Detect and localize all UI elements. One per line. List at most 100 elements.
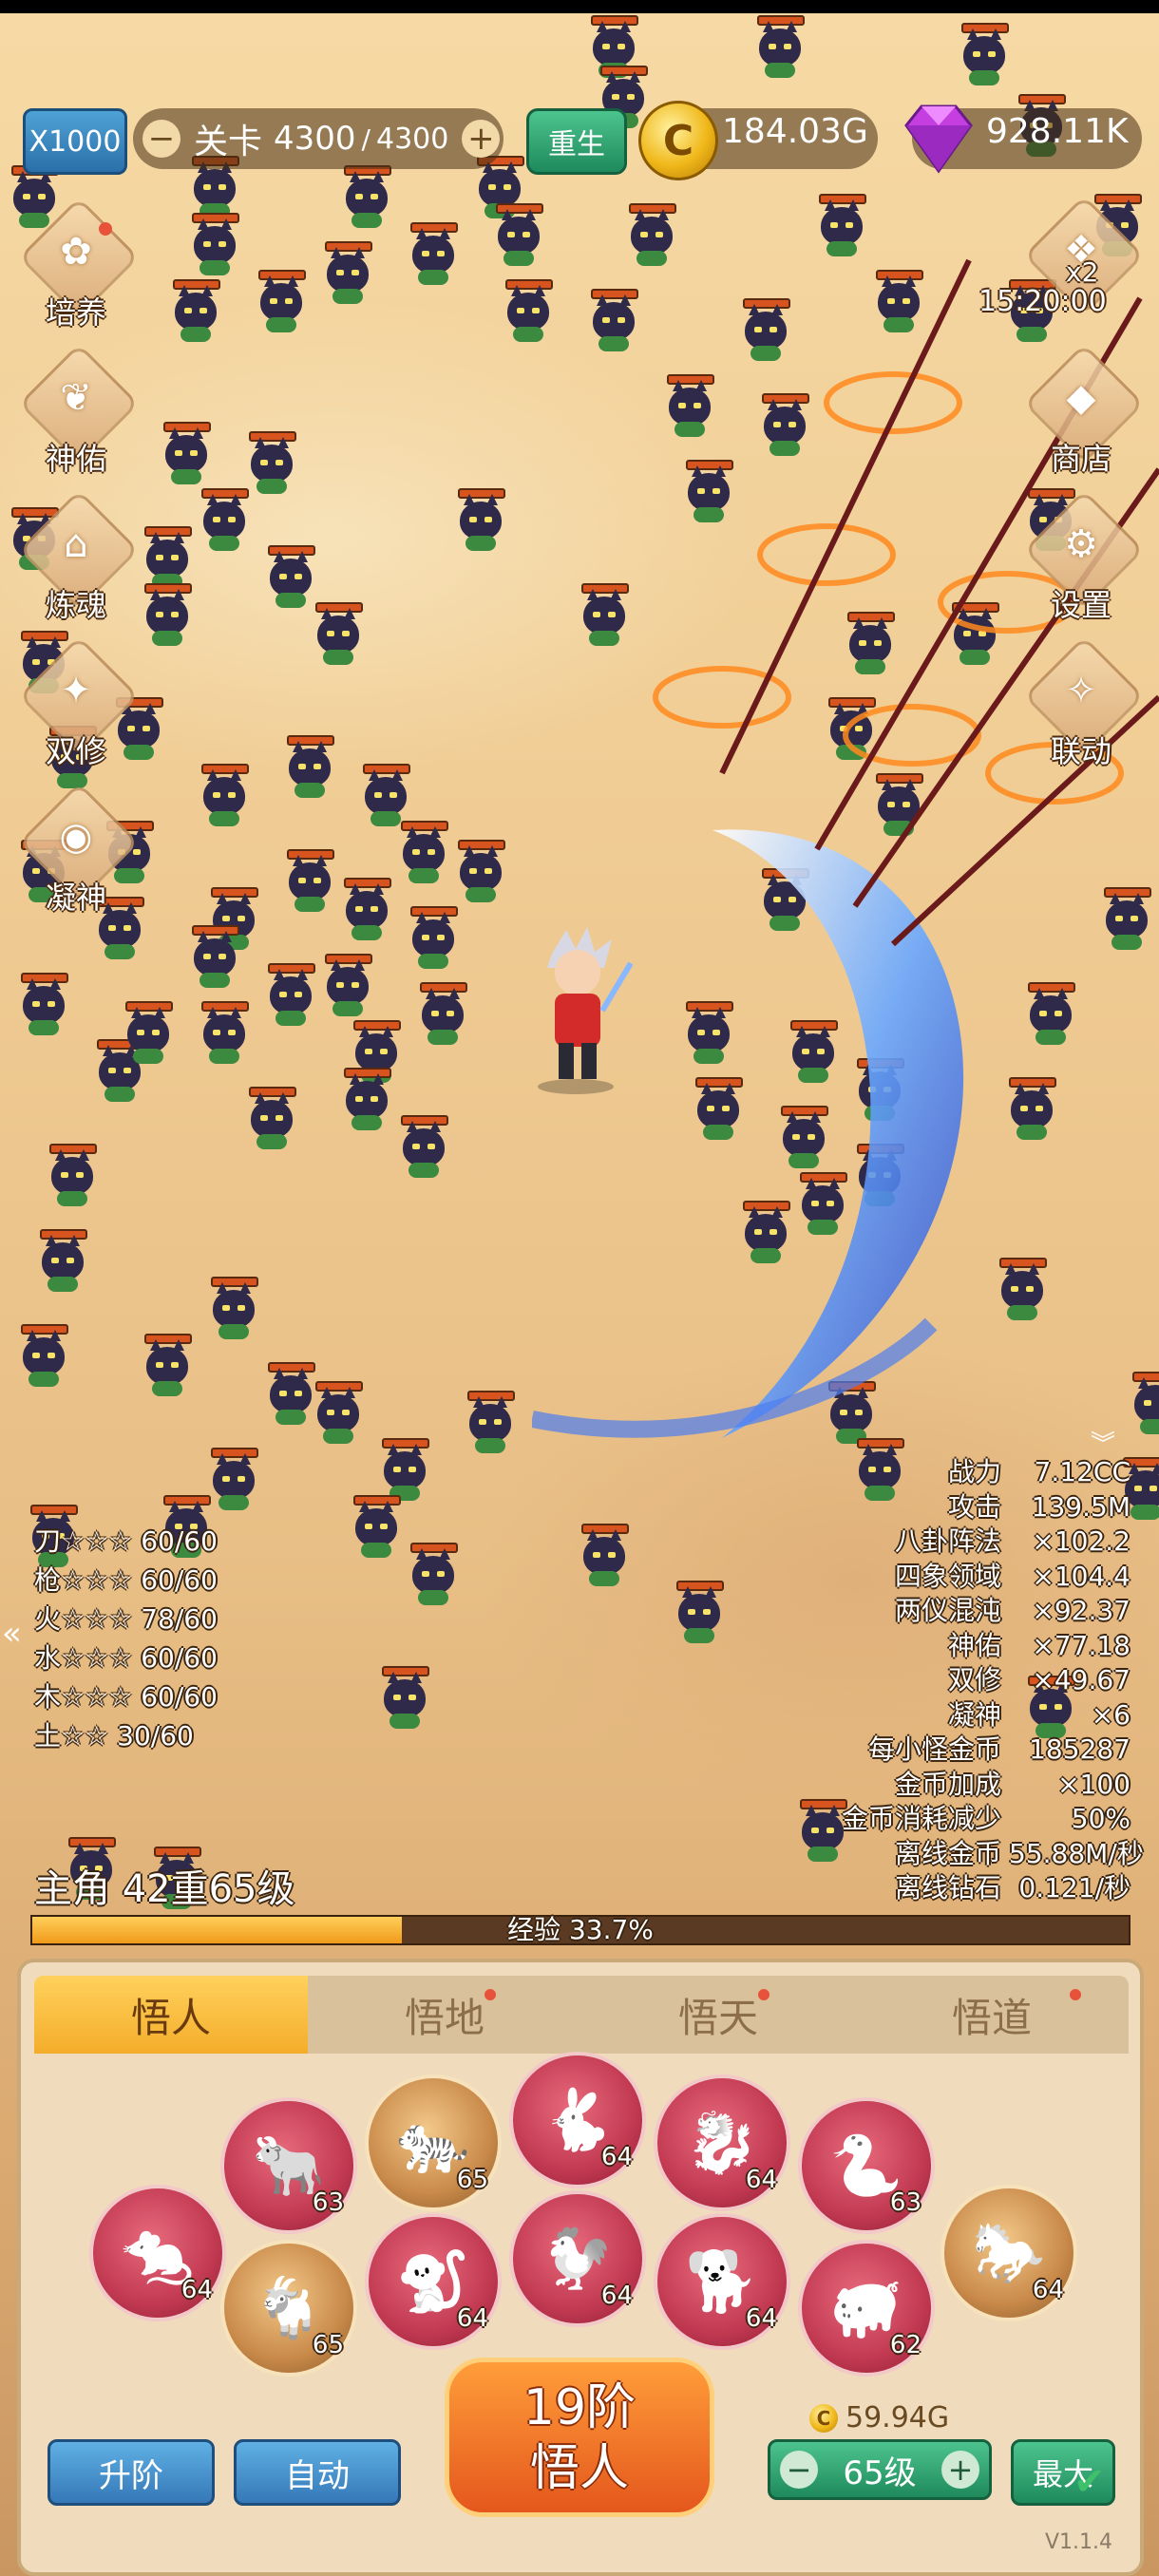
monster	[1026, 982, 1075, 1049]
monster	[266, 545, 315, 612]
monster	[399, 821, 448, 887]
stat-row: 离线钻石 0.121/秒	[894, 1872, 1130, 1904]
monster	[408, 906, 458, 973]
stat-row: 战力 7.12CC	[947, 1456, 1130, 1487]
monster	[494, 203, 543, 270]
tab-wuren[interactable]: 悟人	[34, 1976, 308, 2054]
monster	[247, 1087, 296, 1153]
monster	[209, 1277, 258, 1343]
element-row: 土☆☆ 30/60	[34, 1720, 194, 1752]
tab-wudi[interactable]: 悟地	[308, 1976, 581, 2054]
monster	[200, 488, 249, 555]
side-button-focus[interactable]: ◉ 凝神	[18, 782, 140, 923]
zodiac-level: 62	[889, 2331, 922, 2359]
side-button-blessing[interactable]: ❦ 神佑	[18, 343, 140, 484]
level-value: 65级	[843, 2453, 917, 2492]
zodiac-level: 63	[312, 2188, 344, 2217]
side-label-blessing: 神佑	[45, 441, 106, 477]
zodiac-tiger-icon[interactable]: 🐅 65	[365, 2074, 502, 2211]
monster	[466, 1391, 515, 1457]
zodiac-rabbit-icon[interactable]: 🐇 64	[509, 2052, 646, 2188]
zodiac-ox-icon[interactable]: 🐂 63	[220, 2097, 357, 2234]
monster	[580, 1524, 629, 1590]
side-button-settings[interactable]: ⚙ 设置	[1023, 489, 1145, 631]
side-button-cultivate[interactable]: ✿ 培养	[18, 197, 140, 338]
side-label-shop: 商店	[1050, 441, 1112, 477]
zodiac-snake-icon[interactable]: 🐍 63	[798, 2097, 935, 2234]
zodiac-pig-icon[interactable]: 🐖 62	[798, 2240, 935, 2377]
monster	[200, 1001, 249, 1068]
zodiac-dog-icon[interactable]: 🐕 64	[654, 2213, 790, 2350]
tab-wutian[interactable]: 悟天	[581, 1976, 855, 2054]
side-label-dual: 双修	[45, 733, 106, 769]
monster	[408, 1543, 458, 1609]
tab-wudao[interactable]: 悟道	[855, 1976, 1129, 2054]
side-button-soul[interactable]: ⌂ 炼魂	[18, 489, 140, 631]
zodiac-dragon-icon[interactable]: 🐉 64	[654, 2074, 790, 2211]
monster	[142, 1334, 192, 1400]
monster	[755, 15, 805, 82]
stage-next-button[interactable]: +	[462, 120, 501, 158]
stage-prev-button[interactable]: −	[142, 120, 180, 158]
stat-row: 金币加成 ×100	[894, 1768, 1130, 1800]
wing-icon: ❦	[60, 376, 92, 420]
monster	[674, 1581, 724, 1647]
expand-left-icon[interactable]: «	[2, 1615, 22, 1653]
stat-row: 八卦阵法 ×102.2	[894, 1525, 1130, 1557]
monster	[960, 23, 1009, 89]
monster	[285, 849, 334, 916]
rebirth-button[interactable]: 重生	[526, 108, 627, 175]
stats-panel: 战力 7.12CC 攻击 139.5M 八卦阵法 ×102.2 四象领域 ×104.4 …	[817, 1455, 1144, 1906]
double-label: x2	[1066, 256, 1099, 288]
stage-max: 4300	[375, 122, 449, 156]
monster	[314, 602, 363, 669]
monster	[266, 1362, 315, 1429]
monster	[342, 165, 391, 232]
zodiac-level: 64	[745, 2304, 777, 2333]
monster	[1130, 1372, 1159, 1438]
level-plus-button[interactable]: +	[940, 2451, 979, 2489]
zodiac-rooster-icon[interactable]: 🐓 64	[509, 2190, 646, 2327]
gear-icon: ⚙	[1064, 522, 1098, 566]
side-button-link[interactable]: ✧ 联动	[1023, 635, 1145, 777]
monster	[323, 241, 372, 308]
element-list: 刀☆☆☆ 60/60 枪☆☆☆ 60/60 火☆☆☆ 78/60 水☆☆☆ 60…	[34, 1522, 218, 1755]
speed-multiplier-button[interactable]: X1000	[23, 108, 127, 175]
diamond-icon	[904, 104, 973, 174]
monster	[418, 982, 467, 1049]
zodiac-horse-icon[interactable]: 🐎 64	[940, 2185, 1077, 2321]
version-label: V1.1.4	[1045, 2530, 1113, 2554]
zodiac-monkey-icon[interactable]: 🐒 64	[365, 2213, 502, 2350]
coin-icon: C	[809, 2403, 838, 2433]
zodiac-level: 64	[1032, 2276, 1064, 2304]
zodiac-rat-icon[interactable]: 🐀 64	[89, 2185, 226, 2321]
zodiac-level: 64	[600, 2282, 633, 2310]
monster	[38, 1229, 87, 1296]
side-button-dual[interactable]: ✦ 双修	[18, 635, 140, 777]
monster	[323, 954, 372, 1020]
zodiac-level: 65	[456, 2166, 488, 2194]
timer: 15:20:00	[978, 285, 1107, 318]
upgrade-button[interactable]: 升阶	[48, 2439, 215, 2506]
level-minus-button[interactable]: −	[780, 2451, 818, 2489]
monster	[352, 1495, 401, 1562]
monster	[266, 963, 315, 1030]
monster	[380, 1666, 429, 1733]
house-icon: ⌂	[64, 522, 88, 566]
side-button-shop[interactable]: ◆ 商店	[1023, 343, 1145, 484]
zodiac-level: 64	[456, 2304, 488, 2333]
monster	[162, 422, 211, 488]
zodiac-level: 64	[600, 2143, 633, 2171]
flame-icon: ✦	[60, 669, 92, 712]
stat-row: 离线金币 55.88M/秒	[894, 1837, 1144, 1869]
stat-row: 双修 ×49.67	[947, 1664, 1130, 1695]
advance-tier-button[interactable]: 19阶 悟人	[445, 2358, 714, 2517]
auto-button[interactable]: 自动	[234, 2439, 401, 2506]
monster	[19, 973, 68, 1039]
monster	[124, 1001, 173, 1068]
gem-shop-icon: ◆	[1066, 376, 1096, 420]
zodiac-goat-icon[interactable]: 🐐 65	[220, 2240, 357, 2377]
gold-amount: 184.03G	[722, 112, 868, 151]
monster	[342, 1068, 391, 1134]
monster	[408, 222, 458, 289]
